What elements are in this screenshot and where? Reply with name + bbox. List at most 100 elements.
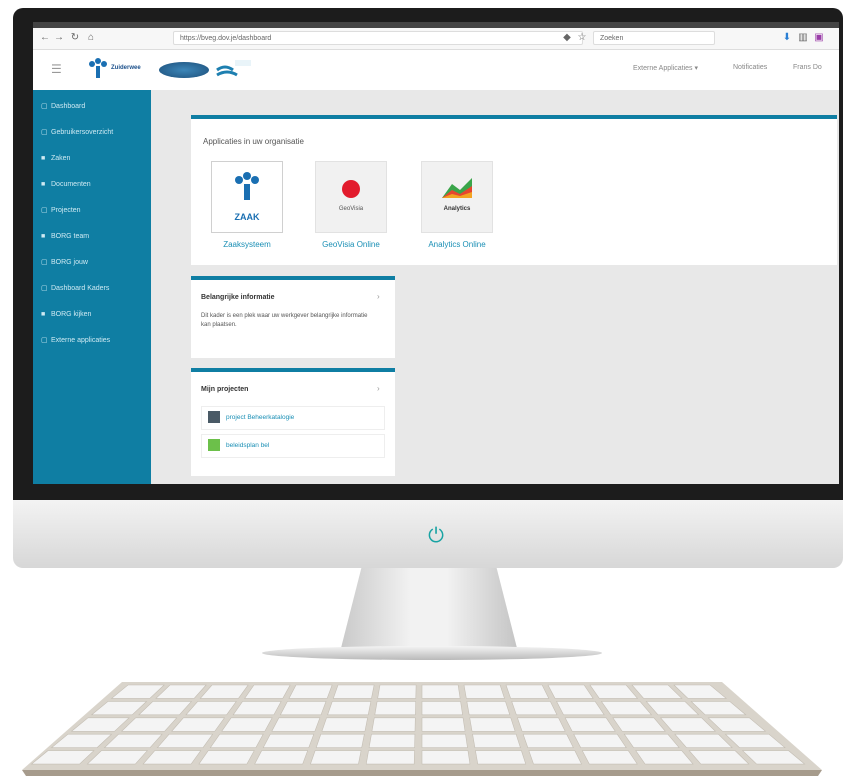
monitor-base <box>262 646 602 660</box>
project-name[interactable]: project Beheerkatalogie <box>226 414 294 421</box>
sidebar-item-gebruikersoverzicht[interactable]: ▢ Gebruikersoverzicht <box>41 126 149 140</box>
keyboard-key <box>528 750 582 765</box>
hamburger-menu-icon[interactable]: ☰ <box>51 62 62 76</box>
main-content: Applicaties in uw organisatie ZAAK Zaaks… <box>151 90 839 484</box>
project-icon <box>208 439 220 451</box>
app-label[interactable]: GeoVisia Online <box>313 240 389 249</box>
keyboard-key <box>315 733 365 748</box>
sidebar-item-zaken[interactable]: ■ Zaken <box>41 152 149 166</box>
sidebar-item-borg-kijken[interactable]: ■ BORG kijken <box>41 308 149 322</box>
home-icon[interactable]: ⌂ <box>85 32 97 44</box>
forward-icon[interactable]: → <box>53 32 65 44</box>
partner-logo-oval <box>159 62 209 78</box>
chevron-right-icon[interactable]: › <box>377 292 380 301</box>
sidebar-item-label: Documenten <box>51 181 91 188</box>
app-label[interactable]: Zaaksysteem <box>209 240 285 249</box>
projects-card: Mijn projecten › project Beheerkatalogie… <box>191 368 395 476</box>
reload-icon[interactable]: ↻ <box>69 32 81 44</box>
info-card: Belangrijke informatie › Dit kader is ee… <box>191 276 395 358</box>
notifications-menu[interactable]: Notificaties <box>733 64 767 71</box>
zaak-logo-icon <box>235 172 259 200</box>
keyboard-key <box>279 701 327 716</box>
app-header: ☰ Zuiderwee Externe Applicaties ▾ Notifi… <box>33 50 839 91</box>
keyboard-key <box>421 684 461 699</box>
keyboard-key <box>374 701 417 716</box>
keyboard-key <box>421 701 463 716</box>
keyboard-key <box>365 750 415 765</box>
keyboard-key <box>371 717 416 732</box>
keyboard-key <box>288 684 333 699</box>
keyboard-key <box>262 733 315 748</box>
app-geovisia-online[interactable]: GeoVisia GeoVisia Online <box>313 161 389 249</box>
calendar-icon: ▢ <box>41 285 48 292</box>
person-icon: ▢ <box>41 259 48 266</box>
back-icon[interactable]: ← <box>39 32 51 44</box>
app-analytics-online[interactable]: Analytics Analytics Online <box>419 161 495 249</box>
chevron-right-icon[interactable]: › <box>377 384 380 393</box>
projects-icon: ▢ <box>41 207 48 214</box>
browser-search[interactable]: Zoeken <box>593 31 715 45</box>
keyboard-key <box>198 750 255 765</box>
organization-logo[interactable]: Zuiderwee <box>87 56 157 82</box>
zaak-app-tile[interactable]: ZAAK <box>211 161 283 233</box>
apps-card: Applicaties in uw organisatie ZAAK Zaaks… <box>191 115 837 265</box>
keyboard-key <box>421 733 468 748</box>
browser-search-placeholder: Zoeken <box>600 35 624 42</box>
keyboard-key <box>573 733 627 748</box>
keyboard-key <box>321 717 368 732</box>
sidebar-item-label: Gebruikersoverzicht <box>51 129 114 136</box>
sidebar-item-documenten[interactable]: ■ Documenten <box>41 178 149 192</box>
cases-icon: ■ <box>41 155 46 162</box>
pocket-icon[interactable]: ◆ <box>561 32 573 44</box>
sidebar-item-borg-jouw[interactable]: ▢ BORG jouw <box>41 256 149 270</box>
sidebar-item-dashboard-kaders[interactable]: ▢ Dashboard Kaders <box>41 282 149 296</box>
info-card-text: Dit kader is een plek waar uw werkgever … <box>201 313 368 328</box>
keyboard-key <box>377 684 417 699</box>
download-icon[interactable]: ⬇ <box>781 32 793 44</box>
app-label[interactable]: Analytics Online <box>419 240 495 249</box>
monitor-screen: ← → ↻ ⌂ https://bveg.dov.je/dashboard ◆ … <box>33 22 839 484</box>
profile-menu[interactable]: Frans Do <box>793 64 822 71</box>
sidebar-item-externe-applicaties[interactable]: ▢ Externe applicaties <box>41 334 149 348</box>
geovisia-app-tile[interactable]: GeoVisia <box>315 161 387 233</box>
sidebar-item-label: Dashboard Kaders <box>51 285 110 292</box>
sidebar-item-label: Zaken <box>51 155 71 162</box>
keyboard-key <box>522 733 574 748</box>
keyboard-key <box>517 717 566 732</box>
analytics-logo-icon <box>442 178 472 198</box>
keyboard-key <box>469 717 516 732</box>
extension-icon[interactable]: ▣ <box>813 32 825 44</box>
document-icon: ■ <box>41 181 46 188</box>
project-item[interactable]: project Beheerkatalogie <box>201 406 385 430</box>
zaak-tile-text: ZAAK <box>234 212 260 222</box>
keyboard-key <box>472 733 521 748</box>
keyboard-key <box>368 733 416 748</box>
dashboard-icon: ▢ <box>41 103 48 110</box>
url-bar[interactable]: https://bveg.dov.je/dashboard <box>173 31 583 45</box>
sidebar-item-dashboard[interactable]: ▢ Dashboard <box>41 100 149 114</box>
project-item[interactable]: beleidsplan bel <box>201 434 385 458</box>
analytics-app-tile[interactable]: Analytics <box>421 161 493 233</box>
geovisia-tile-text: GeoVisia <box>338 206 364 212</box>
sidebar-item-label: Projecten <box>51 207 81 214</box>
image-icon: ■ <box>41 311 46 318</box>
keyboard-key <box>511 701 558 716</box>
sidebar-item-projecten[interactable]: ▢ Projecten <box>41 204 149 218</box>
keyboard-key <box>581 750 638 765</box>
bookmark-star-icon[interactable]: ☆ <box>576 32 588 44</box>
library-icon[interactable]: ▥ <box>797 32 809 44</box>
project-name[interactable]: beleidsplan bel <box>226 442 269 449</box>
team-icon: ■ <box>41 233 46 240</box>
app-zaaksysteem[interactable]: ZAAK Zaaksysteem <box>209 161 285 249</box>
sidebar-item-borg-team[interactable]: ■ BORG team <box>41 230 149 244</box>
external-icon: ▢ <box>41 337 48 344</box>
keyboard-key <box>327 701 372 716</box>
external-apps-menu[interactable]: Externe Applicaties ▾ <box>633 64 698 72</box>
keyboard-key <box>466 701 511 716</box>
keyboard-key <box>475 750 527 765</box>
analytics-tile-text: Analytics <box>443 206 471 212</box>
keyboard-key <box>421 717 466 732</box>
power-icon[interactable]: ⏻ <box>425 525 447 547</box>
sidebar-item-label: BORG team <box>51 233 90 240</box>
keyboard-key <box>209 733 264 748</box>
